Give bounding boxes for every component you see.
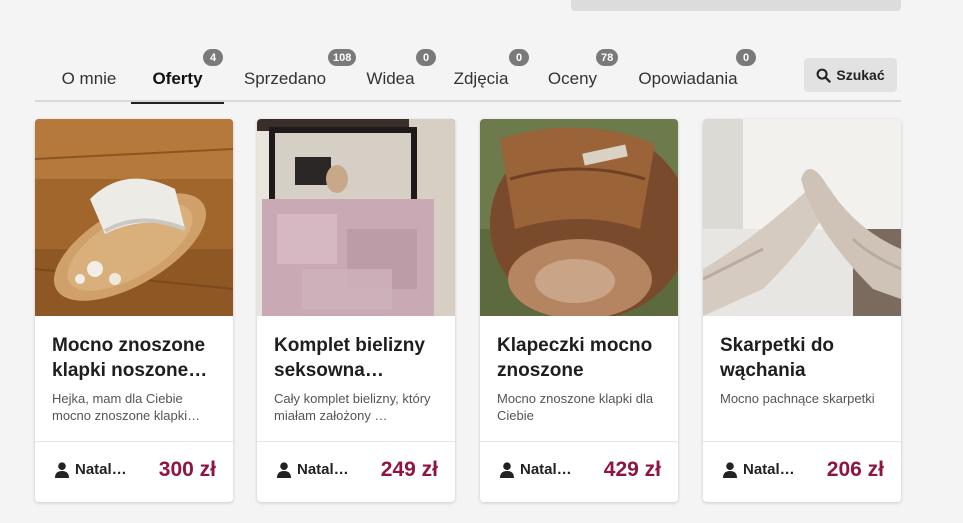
seller-name: Natal… — [520, 461, 572, 478]
tab-count-badge: 0 — [416, 49, 436, 66]
tab-count-badge: 4 — [203, 49, 223, 66]
divider — [703, 441, 901, 442]
divider — [480, 441, 678, 442]
tab-ratings[interactable]: Oceny 78 — [545, 49, 619, 102]
tab-count-badge: 0 — [736, 49, 756, 66]
tab-count-badge: 78 — [596, 49, 619, 66]
tab-about[interactable]: O mnie — [47, 52, 131, 102]
offer-photo — [35, 119, 233, 316]
seller-name: Natal… — [297, 461, 349, 478]
seller[interactable]: Natal… — [55, 461, 131, 478]
offer-description: Hejka, mam dla Ciebie mocno znoszone kla… — [52, 391, 201, 423]
tab-videos[interactable]: Widea 0 — [363, 49, 436, 102]
seller[interactable]: Natal… — [500, 461, 576, 478]
offer-card[interactable]: Klapeczki mocno znoszone Mocno znoszone … — [480, 119, 678, 502]
divider — [257, 441, 455, 442]
seller[interactable]: Natal… — [723, 461, 799, 478]
user-icon — [55, 461, 69, 478]
offer-photo — [703, 119, 901, 316]
tab-label: Opowiadania — [638, 69, 738, 88]
user-icon — [277, 461, 291, 478]
tab-label: Sprzedano — [243, 69, 327, 88]
offer-card[interactable]: Komplet bielizny seksowna… Cały komplet … — [257, 119, 455, 502]
offer-title: Skarpetki do wąchania — [720, 335, 835, 381]
tab-label: Oceny — [547, 69, 598, 88]
offer-card[interactable]: Skarpetki do wąchania Mocno pachnące ska… — [703, 119, 901, 502]
tab-photos[interactable]: Zdjęcia 0 — [451, 49, 529, 102]
tab-label: Zdjęcia — [453, 69, 509, 88]
search-button[interactable]: Szukać — [804, 58, 897, 92]
offer-photo — [480, 119, 678, 316]
tab-label: Oferty — [152, 69, 203, 88]
offer-card[interactable]: Mocno znoszone klapki noszone… Hejka, ma… — [35, 119, 233, 502]
offer-photo — [257, 119, 455, 316]
offer-description: Cały komplet bielizny, który miałam zało… — [274, 391, 431, 423]
seller-name: Natal… — [743, 461, 795, 478]
offer-price: 429 zł — [603, 458, 661, 481]
tab-offers[interactable]: Oferty 4 — [131, 49, 224, 104]
tab-count-badge: 108 — [328, 49, 357, 66]
profile-offers-page: O mnie Oferty 4 Sprzedano 108 Widea 0 Zd… — [0, 0, 963, 523]
offer-description: Mocno znoszone klapki dla Ciebie — [497, 391, 654, 423]
divider — [35, 441, 233, 442]
profile-tabs: O mnie Oferty 4 Sprzedano 108 Widea 0 Zd… — [35, 49, 901, 104]
search-button-label: Szukać — [836, 67, 885, 83]
offer-price: 249 zł — [380, 458, 438, 481]
user-icon — [500, 461, 514, 478]
seller-name: Natal… — [75, 461, 127, 478]
offer-price: 206 zł — [826, 458, 884, 481]
search-icon — [816, 68, 832, 83]
tab-sold[interactable]: Sprzedano 108 — [239, 49, 357, 102]
tab-label: O mnie — [61, 69, 117, 88]
offer-title: Komplet bielizny seksowna… — [274, 335, 425, 381]
offer-description: Mocno pachnące skarpetki — [720, 391, 875, 406]
offer-title: Klapeczki mocno znoszone — [497, 335, 653, 381]
top-action-button[interactable] — [571, 0, 901, 11]
seller[interactable]: Natal… — [277, 461, 353, 478]
user-icon — [723, 461, 737, 478]
tab-stories[interactable]: Opowiadania 0 — [634, 49, 756, 102]
offer-price: 300 zł — [158, 458, 216, 481]
offer-title: Mocno znoszone klapki noszone… — [52, 335, 208, 381]
tab-label: Widea — [366, 69, 415, 88]
tab-count-badge: 0 — [509, 49, 529, 66]
